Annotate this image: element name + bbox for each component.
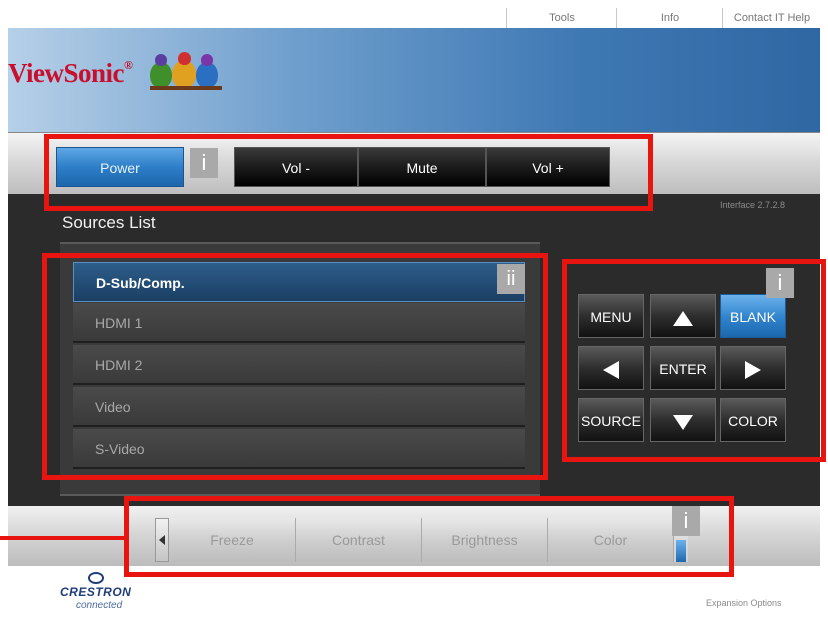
annotation-marker-keypad: i	[766, 268, 794, 298]
crestron-connected-text: connected	[76, 600, 123, 611]
annotation-marker-control: i	[190, 148, 218, 178]
annotation-box-sources	[42, 253, 548, 480]
logo-birds-icon	[150, 52, 222, 92]
annotation-marker-sources: ii	[497, 264, 525, 294]
viewsonic-logo: ViewSonic®	[8, 58, 133, 89]
annotation-box-picture-bar	[124, 496, 734, 577]
annotation-marker-picture: i	[672, 506, 700, 536]
top-links-bar: Tools Info Contact IT Help	[8, 8, 820, 29]
contact-it-help-link[interactable]: Contact IT Help	[722, 8, 821, 28]
crestron-logo-icon	[88, 572, 104, 584]
registered-mark: ®	[124, 58, 133, 72]
expansion-options-link[interactable]: Expansion Options	[706, 598, 782, 608]
sources-list-title: Sources List	[62, 213, 156, 232]
tools-link[interactable]: Tools	[506, 8, 617, 28]
annotation-box-control-bar	[44, 134, 653, 211]
info-link[interactable]: Info	[616, 8, 723, 28]
interface-version: Interface 2.7.2.8	[720, 200, 786, 210]
annotation-leader-line	[0, 536, 126, 540]
crestron-logo-text: CRESTRON	[60, 585, 132, 599]
logo-text: ViewSonic	[8, 58, 125, 88]
